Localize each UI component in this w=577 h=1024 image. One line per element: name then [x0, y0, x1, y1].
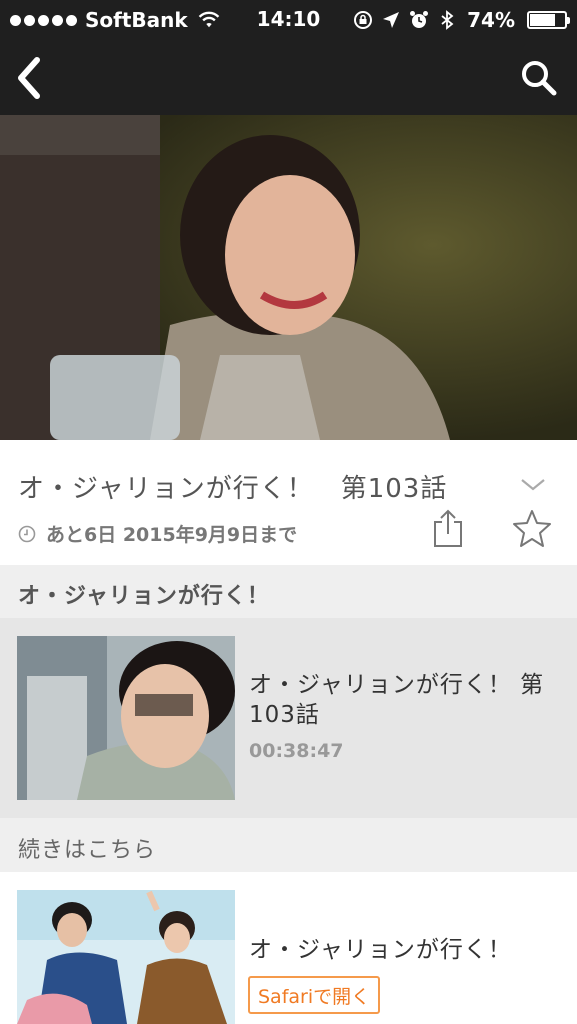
- chevron-down-icon[interactable]: [518, 474, 548, 494]
- episode-thumbnail: [17, 636, 235, 800]
- continue-section-header: 続きはこちら: [0, 818, 577, 872]
- back-button[interactable]: [4, 54, 52, 102]
- search-icon: [522, 61, 557, 96]
- search-button[interactable]: [515, 54, 563, 102]
- hero-image: [0, 115, 577, 440]
- bluetooth-icon: [441, 10, 454, 30]
- continue-thumbnail-image: [17, 890, 235, 1024]
- navigation-bar: [0, 40, 577, 115]
- favorite-star-icon[interactable]: [512, 508, 552, 548]
- clock-icon: [18, 525, 36, 542]
- continue-item[interactable]: オ・ジャリョンが行く！ Safariで開く: [0, 872, 577, 1024]
- battery-percent: 74%: [467, 8, 515, 32]
- location-icon: [383, 12, 400, 28]
- series-section-header: オ・ジャリョンが行く！: [0, 565, 577, 618]
- share-icon[interactable]: [430, 508, 466, 548]
- continue-thumbnail: [17, 890, 235, 1024]
- expiry-text: あと6日 2015年9月9日まで: [46, 524, 298, 546]
- list-item[interactable]: オ・ジャリョンが行く！ 第103話 00:38:47: [0, 618, 577, 818]
- episode-title: オ・ジャリョンが行く！ 第103話: [18, 474, 448, 504]
- episode-header: オ・ジャリョンが行く！ 第103話 あと6日 2015年9月9日まで: [0, 440, 577, 565]
- alarm-icon: [410, 11, 429, 28]
- episode-thumbnail-image: [17, 636, 235, 800]
- open-in-safari-button[interactable]: Safariで開く: [248, 976, 381, 1014]
- video-player-thumbnail[interactable]: [0, 115, 577, 440]
- continue-item-title: オ・ジャリョンが行く！: [249, 937, 512, 963]
- rotation-lock-icon: [354, 11, 373, 29]
- episode-item-title: オ・ジャリョンが行く！ 第103話: [249, 672, 545, 728]
- series-section-title: オ・ジャリョンが行く！: [18, 584, 270, 609]
- battery-icon: [527, 11, 570, 29]
- continue-section-title: 続きはこちら: [18, 838, 157, 863]
- chevron-left-icon: [18, 57, 40, 99]
- expiry-info: あと6日 2015年9月9日まで: [18, 520, 297, 547]
- episode-duration: 00:38:47: [249, 740, 344, 762]
- status-bar: SoftBank 14:10 74%: [0, 0, 577, 40]
